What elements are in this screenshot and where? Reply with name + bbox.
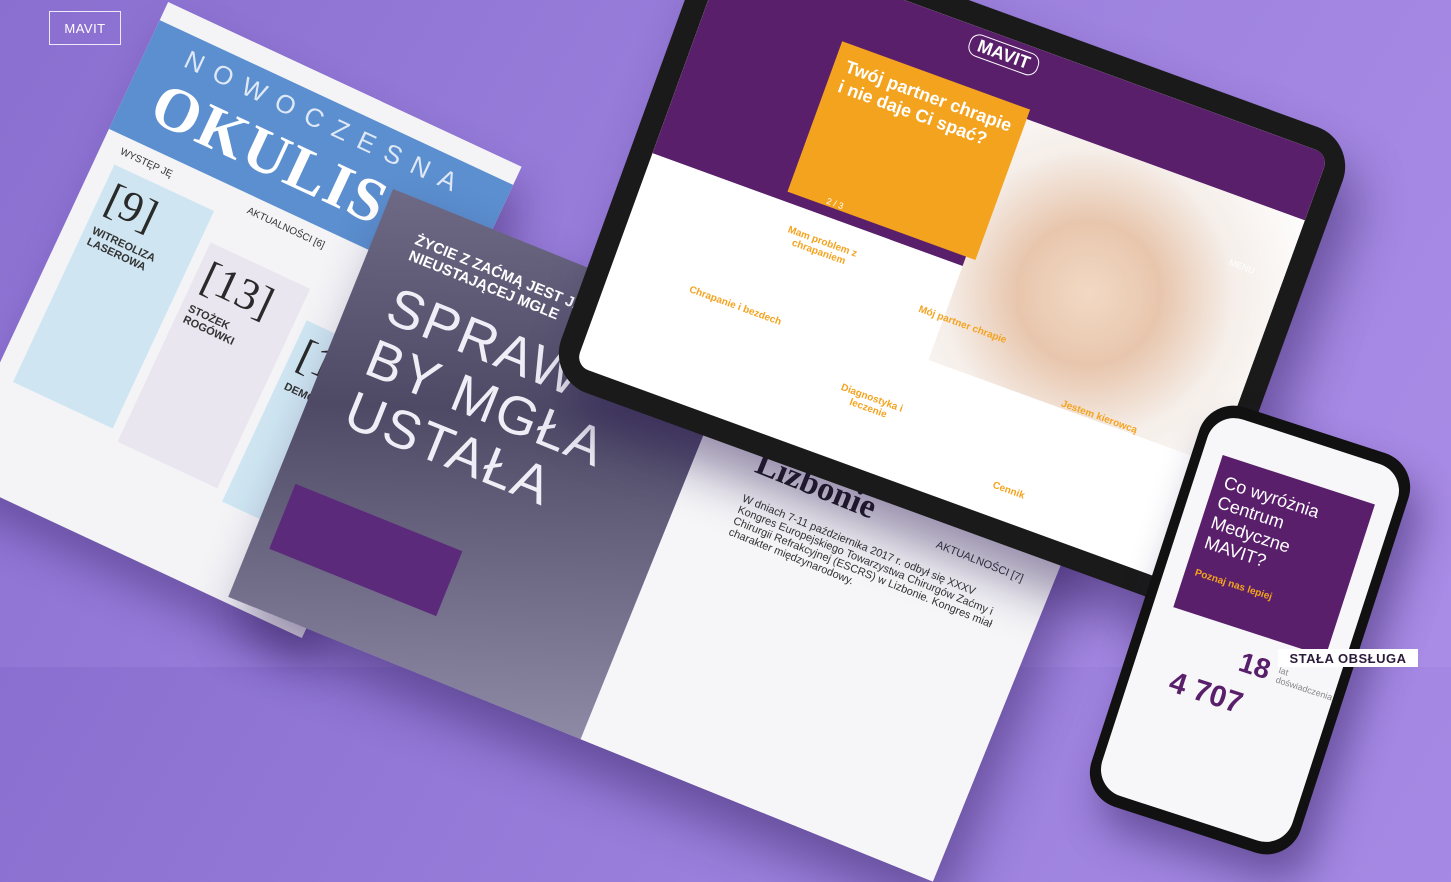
- booklet-contact-box: [269, 483, 463, 617]
- brand-tag[interactable]: MAVIT: [49, 11, 121, 45]
- stat-unit: lat doświadczenia: [1274, 665, 1334, 703]
- bottom-label: STAŁA OBSŁUGA: [1278, 649, 1418, 667]
- feature-link[interactable]: Chrapanie i bezdech: [686, 284, 784, 329]
- feature-link[interactable]: Cennik: [960, 468, 1058, 513]
- feature-link[interactable]: Diagnostyka i leczenie: [819, 376, 920, 431]
- feature-link[interactable]: Mam problem z chrapaniem: [770, 220, 871, 275]
- stat-value: 18: [1235, 646, 1275, 686]
